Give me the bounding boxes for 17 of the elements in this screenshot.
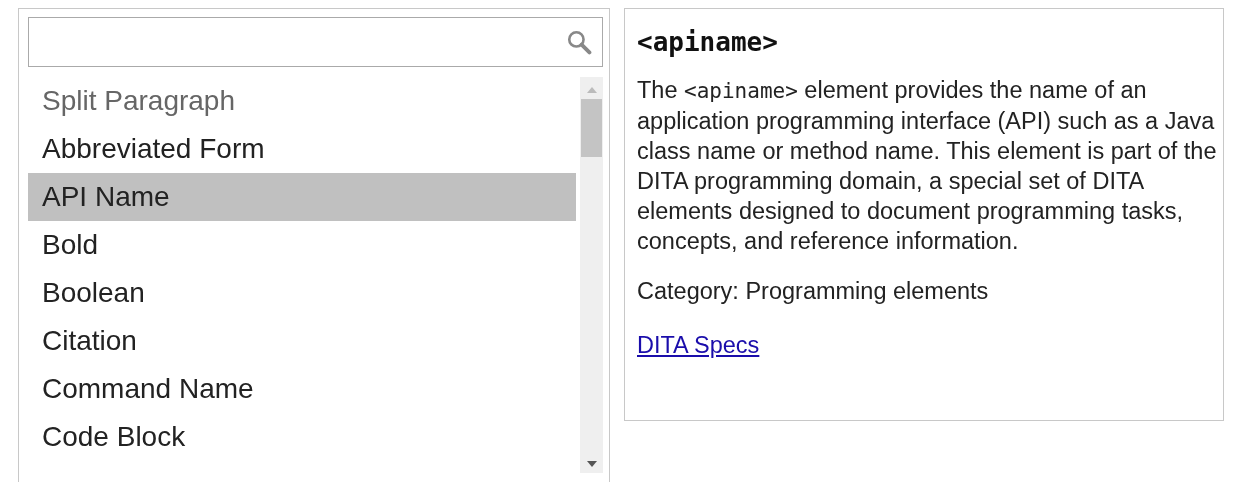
scrollbar-thumb[interactable]: [581, 99, 602, 157]
scroll-up-icon[interactable]: [586, 87, 597, 93]
scrollbar[interactable]: [580, 77, 603, 473]
scroll-down-icon[interactable]: [586, 461, 597, 467]
dita-specs-link[interactable]: DITA Specs: [637, 332, 760, 359]
list-item[interactable]: Command Name: [28, 365, 576, 413]
list-item[interactable]: API Name: [28, 173, 576, 221]
list-item[interactable]: Code Block: [28, 413, 576, 461]
list-item[interactable]: Boolean: [28, 269, 576, 317]
list-item[interactable]: Citation: [28, 317, 576, 365]
list-item[interactable]: Bold: [28, 221, 576, 269]
search-field[interactable]: [28, 17, 603, 67]
element-heading: <apiname>: [637, 27, 779, 57]
list-item[interactable]: Abbreviated Form: [28, 125, 576, 173]
category-text: Category: Programming elements: [637, 277, 990, 306]
element-description: The <apiname> element provides the name of an application programming interface (API) such as a Java class name or method name. This element is part of the DITA programming domain, a special set of DITA elements designed to document programming tasks, concepts, and reference information.: [637, 76, 1218, 256]
search-icon: [566, 29, 592, 55]
